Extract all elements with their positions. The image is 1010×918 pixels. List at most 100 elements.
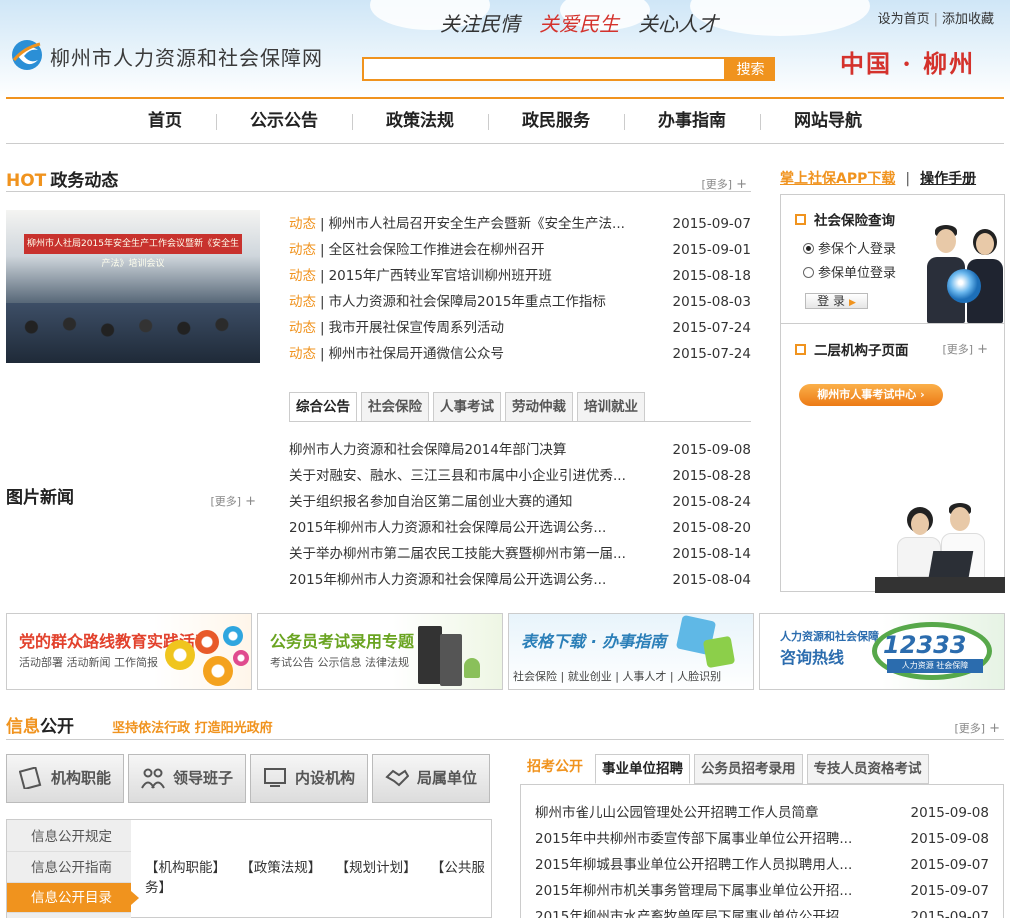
- radio-personal-login[interactable]: 参保个人登录: [803, 238, 896, 257]
- link-plans[interactable]: 【规划计划】: [336, 860, 417, 876]
- photo-news-more-link[interactable]: [更多] +: [211, 493, 257, 509]
- recruit-date: 2015-09-07: [910, 883, 989, 899]
- site-title[interactable]: 柳州市人力资源和社会保障网: [50, 42, 323, 71]
- list-item[interactable]: 关于组织报名参加自治区第二届创业大赛的通知 2015-08-24: [289, 489, 751, 515]
- recruit-title[interactable]: 2015年柳州市水产畜牧兽医局下属事业单位公开招...: [535, 909, 852, 918]
- notice-date: 2015-08-04: [672, 572, 751, 588]
- plus-icon: +: [989, 721, 1000, 736]
- app-download-link[interactable]: 掌上社保APP下载: [780, 171, 895, 187]
- banner-12333-hotline[interactable]: 人力资源和社会保障 咨询热线 12333 人力资源 社会保障: [759, 613, 1005, 690]
- list-item[interactable]: 动态 | 全区社会保险工作推进会在柳州召开 2015-09-01: [289, 237, 751, 263]
- list-item[interactable]: 动态 | 我市开展社保宣传周系列活动 2015-07-24: [289, 315, 751, 341]
- tab-general-notice[interactable]: 综合公告: [289, 392, 357, 422]
- list-item[interactable]: 2015年柳州市机关事务管理局下属事业单位公开招... 2015-09-07: [535, 878, 989, 904]
- separator: |: [320, 242, 325, 258]
- set-homepage-link[interactable]: 设为首页: [878, 12, 930, 27]
- search-input[interactable]: [362, 57, 726, 81]
- list-item[interactable]: 2015年中共柳州市委宣传部下属事业单位公开招聘... 2015-09-08: [535, 826, 989, 852]
- puzzle-icon: [702, 635, 736, 669]
- nav-policies[interactable]: 政策法规: [352, 100, 488, 143]
- news-date: 2015-07-24: [672, 320, 751, 336]
- nav-home[interactable]: 首页: [114, 100, 216, 143]
- nav-services[interactable]: 政民服务: [488, 100, 624, 143]
- news-title[interactable]: 我市开展社保宣传周系列活动: [329, 320, 505, 336]
- radio-icon[interactable]: [803, 243, 814, 254]
- notice-title[interactable]: 关于对融安、融水、三江三县和市属中小企业引进优秀...: [289, 468, 626, 484]
- list-item[interactable]: 关于举办柳州市第二届农民工技能大赛暨柳州市第一届... 2015-08-14: [289, 541, 751, 567]
- recruit-title[interactable]: 2015年柳城县事业单位公开招聘工作人员拟聘用人...: [535, 857, 852, 873]
- list-item[interactable]: 动态 | 柳州市社保局开通微信公众号 2015-07-24: [289, 341, 751, 367]
- list-item[interactable]: 2015年柳城县事业单位公开招聘工作人员拟聘用人... 2015-09-07: [535, 852, 989, 878]
- search-button[interactable]: 搜索: [726, 57, 775, 81]
- tab-personnel-exam[interactable]: 人事考试: [433, 392, 501, 422]
- notice-title[interactable]: 关于组织报名参加自治区第二届创业大赛的通知: [289, 494, 573, 510]
- news-more-link[interactable]: [更多] +: [702, 176, 748, 192]
- notice-title[interactable]: 2015年柳州市人力资源和社会保障局公开选调公务...: [289, 520, 606, 536]
- news-tag: 动态: [289, 242, 316, 258]
- info-more-link[interactable]: [更多] +: [955, 720, 1001, 736]
- list-item[interactable]: 动态 | 市人力资源和社会保障局2015年重点工作指标 2015-08-03: [289, 289, 751, 315]
- news-title[interactable]: 2015年广西转业军官培训柳州班开班: [329, 268, 552, 284]
- news-photo[interactable]: 柳州市人社局2015年安全生产工作会议暨新《安全生产法》培训会议: [6, 210, 260, 363]
- org-function-button[interactable]: 机构职能: [6, 754, 124, 803]
- link-policies[interactable]: 【政策法规】: [240, 860, 321, 876]
- separator: |: [320, 216, 325, 232]
- tab-training-employment[interactable]: 培训就业: [577, 392, 645, 422]
- banner-mass-line[interactable]: 党的群众路线教育实践活动 活动部署 活动新闻 工作简报: [6, 613, 252, 690]
- hot-label: HOT: [6, 171, 47, 191]
- recruit-tabs: 招考公开 事业单位招聘 公务员招考录用 专技人员资格考试: [520, 754, 1004, 784]
- banner-subtitle: 活动部署 活动新闻 工作简报: [19, 656, 158, 669]
- login-button[interactable]: 登 录 ▶: [805, 293, 868, 309]
- tab-civil-servant-recruit[interactable]: 公务员招考录用: [694, 754, 803, 784]
- notice-tabs: 综合公告 社会保险 人事考试 劳动仲裁 培训就业: [289, 392, 649, 422]
- link-org-functions[interactable]: 【机构职能】: [145, 860, 226, 876]
- list-item[interactable]: 2015年柳州市人力资源和社会保障局公开选调公务... 2015-08-20: [289, 515, 751, 541]
- affiliated-units-button[interactable]: 局属单位: [372, 754, 490, 803]
- news-title[interactable]: 市人力资源和社会保障局2015年重点工作指标: [329, 294, 606, 310]
- tab-labor-arbitration[interactable]: 劳动仲裁: [505, 392, 573, 422]
- recruit-title[interactable]: 2015年中共柳州市委宣传部下属事业单位公开招聘...: [535, 831, 852, 847]
- news-title[interactable]: 柳州市社保局开通微信公众号: [329, 346, 505, 362]
- internal-org-button[interactable]: 内设机构: [250, 754, 368, 803]
- tab-social-insurance[interactable]: 社会保险: [361, 392, 429, 422]
- list-item[interactable]: 2015年柳州市人力资源和社会保障局公开选调公务... 2015-08-04: [289, 567, 751, 593]
- recruit-title[interactable]: 柳州市雀儿山公园管理处公开招聘工作人员简章: [535, 805, 819, 821]
- list-item[interactable]: 2015年柳州市水产畜牧兽医局下属事业单位公开招... 2015-09-07: [535, 904, 989, 918]
- notice-title[interactable]: 柳州市人力资源和社会保障局2014年部门决算: [289, 442, 566, 458]
- tab-professional-exam[interactable]: 专技人员资格考试: [806, 754, 929, 784]
- menu-item-catalog[interactable]: 信息公开目录: [7, 883, 139, 913]
- sub-org-more-link[interactable]: [更多] +: [943, 341, 989, 357]
- nav-guide[interactable]: 办事指南: [624, 100, 760, 143]
- region-logo: 中国 · 柳州: [840, 49, 976, 78]
- menu-item-guide[interactable]: 信息公开指南: [7, 853, 131, 883]
- site-header: 柳州市人力资源和社会保障网 关注民情 关爱民生 关心人才 设为首页 | 添加收藏 搜…: [0, 0, 1010, 98]
- nav-sitemap[interactable]: 网站导航: [760, 100, 896, 143]
- notice-title[interactable]: 2015年柳州市人力资源和社会保障局公开选调公务...: [289, 572, 606, 588]
- banner-form-download[interactable]: 表格下载 · 办事指南 社会保险 | 就业创业 | 人事人才 | 人脸识别: [508, 613, 754, 690]
- exam-center-button[interactable]: 柳州市人事考试中心 ›: [799, 384, 943, 406]
- list-item[interactable]: 柳州市雀儿山公园管理处公开招聘工作人员简章 2015-09-08: [535, 800, 989, 826]
- list-item[interactable]: 动态 | 柳州市人社局召开安全生产会暨新《安全生产法... 2015-09-07: [289, 211, 751, 237]
- list-item[interactable]: 动态 | 2015年广西转业军官培训柳州班开班 2015-08-18: [289, 263, 751, 289]
- nav-announcements[interactable]: 公示公告: [216, 100, 352, 143]
- recruit-title[interactable]: 2015年柳州市机关事务管理局下属事业单位公开招...: [535, 883, 852, 899]
- tabs-underline: [289, 421, 751, 422]
- manual-link[interactable]: 操作手册: [920, 171, 976, 187]
- radio-unit-login[interactable]: 参保单位登录: [803, 262, 896, 281]
- notice-title[interactable]: 关于举办柳州市第二届农民工技能大赛暨柳州市第一届...: [289, 546, 626, 562]
- gear-icon: [165, 640, 195, 670]
- radio-icon[interactable]: [803, 267, 814, 278]
- list-item[interactable]: 关于对融安、融水、三江三县和市属中小企业引进优秀... 2015-08-28: [289, 463, 751, 489]
- site-logo-icon[interactable]: [10, 38, 44, 72]
- add-favorite-link[interactable]: 添加收藏: [942, 12, 994, 27]
- news-title[interactable]: 柳州市人社局召开安全生产会暨新《安全生产法...: [329, 216, 625, 232]
- gear-icon: [223, 626, 243, 646]
- more-text: [更多]: [210, 495, 242, 508]
- list-item[interactable]: 柳州市人力资源和社会保障局2014年部门决算 2015-09-08: [289, 437, 751, 463]
- tab-public-institution-recruit[interactable]: 事业单位招聘: [595, 754, 690, 784]
- menu-item-rules[interactable]: 信息公开规定: [7, 822, 131, 852]
- recruit-panel: 柳州市雀儿山公园管理处公开招聘工作人员简章 2015-09-08 2015年中共柳…: [520, 784, 1004, 918]
- leadership-button[interactable]: 领导班子: [128, 754, 246, 803]
- news-title[interactable]: 全区社会保险工作推进会在柳州召开: [329, 242, 545, 258]
- banner-civil-service-exam[interactable]: 公务员考试录用专题 考试公告 公示信息 法律法规: [257, 613, 503, 690]
